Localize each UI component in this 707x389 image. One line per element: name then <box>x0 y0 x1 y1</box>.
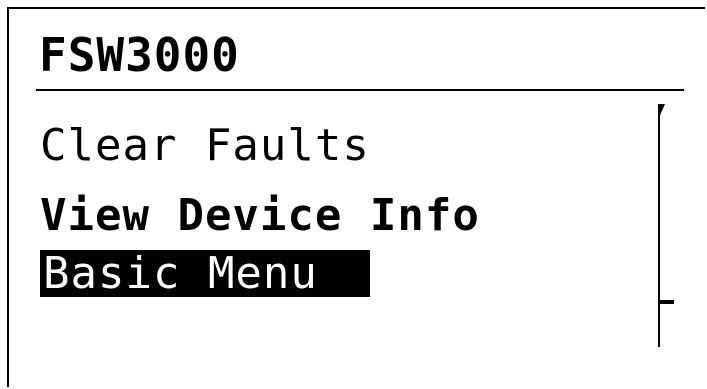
scroll-track <box>658 107 660 347</box>
menu-item-view-device-info[interactable]: View Device Info <box>40 191 480 241</box>
menu-item-basic-menu[interactable]: Basic Menu <box>40 250 370 297</box>
scroll-position-marker <box>658 300 674 304</box>
menu-scrollbar[interactable] <box>656 104 676 349</box>
title-divider <box>36 89 684 91</box>
device-title: FSW3000 <box>39 28 240 82</box>
device-display: FSW3000 Clear Faults View Device Info Ba… <box>7 7 705 387</box>
menu-item-clear-faults[interactable]: Clear Faults <box>40 121 370 171</box>
